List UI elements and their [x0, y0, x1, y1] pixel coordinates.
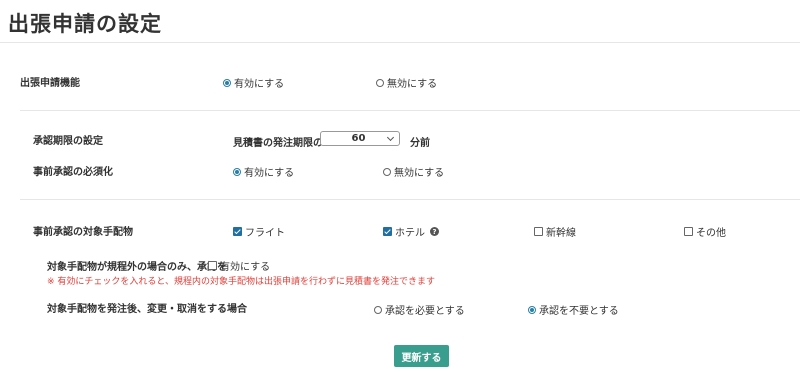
change-cancel-norequire-radio[interactable]: 承認を不要とする [528, 302, 619, 317]
target-hotel-checkbox[interactable]: ホテル ? [383, 224, 439, 239]
target-other-checkbox[interactable]: その他 [684, 224, 726, 239]
update-button[interactable]: 更新する [394, 345, 449, 367]
target-items-label: 事前承認の対象手配物 [33, 227, 133, 238]
chevron-down-icon [386, 133, 395, 141]
approval-period-label: 承認期限の設定 [33, 136, 103, 147]
feature-disable-label: 無効にする [387, 79, 438, 90]
title-divider [0, 42, 800, 43]
radio-selected-icon [233, 167, 241, 176]
out-of-policy-note: ※ 有効にチェックを入れると、規程内の対象手配物は出張申請を行わずに見積書を発注… [47, 277, 436, 287]
target-flight-label: フライト [245, 228, 285, 239]
feature-enable-radio[interactable]: 有効にする [223, 75, 284, 90]
pre-approval-label: 事前承認の必須化 [33, 167, 113, 178]
checkbox-unchecked-icon [208, 261, 217, 270]
radio-selected-icon [528, 305, 536, 314]
feature-disable-radio[interactable]: 無効にする [376, 75, 437, 90]
change-cancel-label: 対象手配物を発注後、変更・取消をする場合 [47, 304, 247, 315]
target-shinkansen-label: 新幹線 [546, 228, 576, 239]
section-divider-1 [20, 110, 800, 111]
out-of-policy-label: 対象手配物が規程外の場合のみ、承認を [47, 262, 227, 273]
target-shinkansen-checkbox[interactable]: 新幹線 [534, 224, 576, 239]
radio-unselected-icon [376, 78, 384, 87]
pre-approval-enable-label: 有効にする [244, 168, 295, 179]
checkbox-checked-icon [233, 227, 242, 236]
target-flight-checkbox[interactable]: フライト [233, 224, 285, 239]
out-of-policy-checkbox-label: 有効にする [220, 262, 271, 273]
section-divider-2 [20, 199, 800, 200]
pre-approval-disable-label: 無効にする [394, 168, 445, 179]
change-cancel-require-radio[interactable]: 承認を必要とする [374, 302, 465, 317]
out-of-policy-checkbox[interactable]: 有効にする [208, 258, 270, 273]
radio-unselected-icon [383, 167, 391, 176]
target-hotel-label: ホテル [395, 228, 425, 239]
feature-label: 出張申請機能 [20, 78, 80, 89]
feature-enable-label: 有効にする [234, 79, 285, 90]
help-icon[interactable]: ? [430, 227, 439, 236]
checkbox-checked-icon [383, 227, 392, 236]
change-cancel-norequire-label: 承認を不要とする [539, 306, 619, 317]
pre-approval-disable-radio[interactable]: 無効にする [383, 164, 444, 179]
page-title: 出張申請の設定 [8, 12, 162, 36]
pre-approval-enable-radio[interactable]: 有効にする [233, 164, 294, 179]
radio-selected-icon [223, 78, 231, 87]
change-cancel-require-label: 承認を必要とする [385, 306, 465, 317]
approval-period-suffix: 分前 [410, 138, 430, 149]
checkbox-unchecked-icon [684, 227, 693, 236]
approval-period-value: 60 [351, 133, 366, 144]
approval-period-select[interactable]: 60 [320, 131, 400, 146]
checkbox-unchecked-icon [534, 227, 543, 236]
target-other-label: その他 [696, 228, 726, 239]
radio-unselected-icon [374, 305, 382, 314]
approval-period-prefix: 見積書の発注期限の [233, 138, 323, 149]
